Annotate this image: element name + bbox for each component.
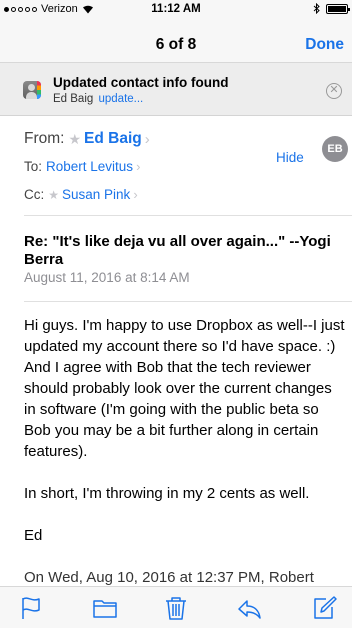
- subject-block: Re: "It's like deja vu all over again...…: [24, 216, 352, 302]
- message-date: August 11, 2016 at 8:14 AM: [24, 270, 190, 285]
- banner-subtitle: Ed Baig update...: [53, 93, 143, 105]
- banner-title: Updated contact info found: [53, 75, 229, 90]
- vip-star-icon[interactable]: ★: [68, 131, 81, 148]
- contact-update-banner[interactable]: Updated contact info found Ed Baig updat…: [0, 63, 352, 116]
- bottom-toolbar: [0, 586, 352, 628]
- cc-row: Cc: ★ Susan Pink ›: [24, 187, 138, 202]
- cc-label: Cc:: [24, 187, 45, 202]
- hide-details-button[interactable]: Hide: [276, 150, 304, 165]
- reply-icon[interactable]: [236, 595, 262, 621]
- trash-icon[interactable]: [163, 595, 189, 621]
- body-paragraph: In short, I'm throwing in my 2 cents as …: [24, 485, 310, 502]
- done-button[interactable]: Done: [305, 36, 344, 54]
- from-sender-name[interactable]: Ed Baig: [84, 130, 142, 148]
- body-paragraph: Hi guys. I'm happy to use Dropbox as wel…: [24, 317, 345, 460]
- cc-recipient-name[interactable]: Susan Pink: [62, 187, 130, 202]
- bluetooth-icon: [313, 3, 320, 14]
- banner-contact-name: Ed Baig: [53, 93, 94, 105]
- from-label: From:: [24, 130, 65, 147]
- status-right: [313, 3, 350, 14]
- message-header: From: ★ Ed Baig › To: Robert Levitus › C…: [24, 116, 352, 216]
- body-paragraph: Ed: [24, 527, 43, 544]
- vip-star-icon[interactable]: ★: [48, 188, 59, 202]
- close-banner-icon[interactable]: ✕: [326, 83, 342, 99]
- to-row: To: Robert Levitus ›: [24, 159, 140, 174]
- contacts-icon: [23, 81, 41, 99]
- chevron-right-icon: ›: [144, 130, 150, 148]
- to-recipient-name[interactable]: Robert Levitus: [46, 159, 133, 174]
- chevron-right-icon: ›: [133, 187, 138, 202]
- quoted-reply-header: On Wed, Aug 10, 2016 at 12:37 PM, Robert: [24, 569, 314, 586]
- sender-avatar[interactable]: EB: [322, 136, 348, 162]
- flag-icon[interactable]: [18, 595, 44, 621]
- status-time: 11:12 AM: [151, 3, 201, 15]
- compose-icon[interactable]: [312, 595, 338, 621]
- folder-icon[interactable]: [92, 595, 118, 621]
- message-position-title: 6 of 8: [155, 36, 197, 53]
- navigation-bar: 6 of 8 Done: [0, 20, 352, 63]
- to-label: To:: [24, 159, 43, 174]
- update-contact-link[interactable]: update...: [98, 93, 143, 105]
- message-body: Hi guys. I'm happy to use Dropbox as wel…: [24, 315, 346, 586]
- from-row: From: ★ Ed Baig ›: [24, 130, 150, 148]
- chevron-right-icon: ›: [136, 159, 141, 174]
- status-bar: Verizon 11:12 AM: [0, 0, 352, 20]
- message-subject: Re: "It's like deja vu all over again...…: [24, 233, 331, 268]
- battery-icon: [326, 3, 350, 14]
